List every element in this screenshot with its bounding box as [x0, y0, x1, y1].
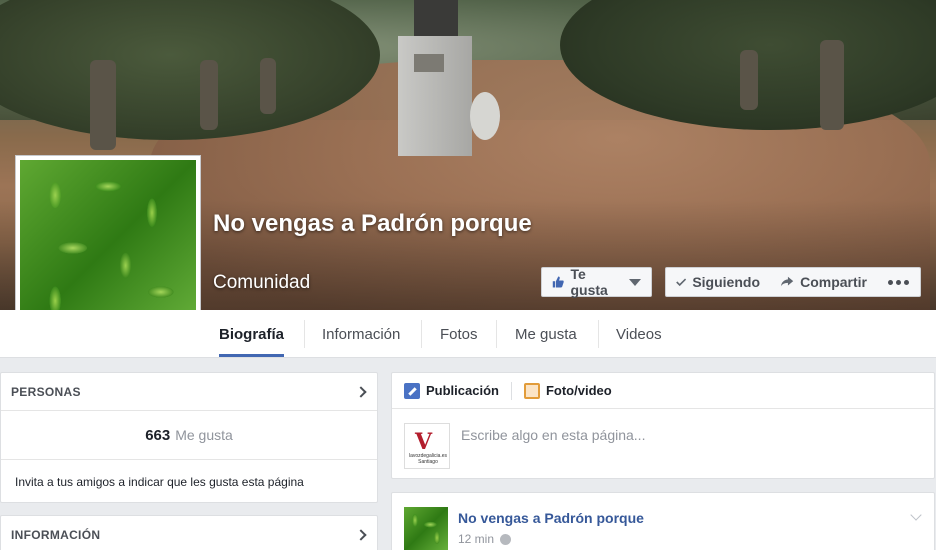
post-author-avatar[interactable]: [404, 507, 448, 550]
post-author-link[interactable]: No vengas a Padrón porque: [458, 510, 644, 526]
thumbs-up-icon: [552, 276, 564, 288]
info-card-title: INFORMACIÓN: [11, 528, 101, 542]
people-card: PERSONAS 663 Me gusta Invita a tus amigo…: [0, 372, 378, 503]
chevron-right-icon: [355, 529, 367, 541]
tab-divider: [598, 320, 599, 348]
share-arrow-icon: [780, 276, 794, 287]
more-options-button[interactable]: [877, 267, 921, 297]
tree-trunk: [200, 60, 218, 130]
tab-fotos[interactable]: Fotos: [440, 310, 478, 358]
following-button[interactable]: Siguiendo: [665, 267, 771, 297]
check-icon: [676, 278, 687, 287]
composer-tab-post-label: Publicación: [426, 383, 499, 398]
post-time-label: 12 min: [458, 532, 495, 546]
composer-input[interactable]: Escribe algo en esta página...: [461, 427, 645, 443]
tab-biografia[interactable]: Biografía: [219, 310, 285, 358]
composer-tabs: Publicación Foto/video: [392, 373, 934, 409]
info-card-header[interactable]: INFORMACIÓN: [1, 516, 377, 550]
info-card: INFORMACIÓN: [0, 515, 378, 550]
tree-trunk: [740, 50, 758, 110]
likes-summary: 663 Me gusta: [1, 411, 377, 460]
composer-body: V lavozdegalicia.es Santiago Escribe alg…: [392, 409, 934, 483]
like-button-label: Te gusta: [570, 266, 608, 298]
likes-count: 663: [145, 426, 171, 444]
pencil-icon: [404, 382, 420, 399]
photo-icon: [523, 382, 540, 399]
page-title[interactable]: No vengas a Padrón porque: [213, 207, 533, 241]
page-tab-bar: Biografía Información Fotos Me gusta Vid…: [0, 310, 936, 358]
chevron-down-icon: [629, 278, 641, 286]
tab-divider: [496, 320, 497, 348]
stone-ball: [470, 92, 500, 140]
people-card-header[interactable]: PERSONAS: [1, 373, 377, 411]
tree-trunk: [260, 58, 276, 114]
logo-mark: V: [415, 429, 433, 455]
likes-label: Me gusta: [175, 427, 233, 443]
post-timestamp[interactable]: 12 min: [458, 532, 512, 546]
tab-me-gusta[interactable]: Me gusta: [515, 310, 577, 358]
chevron-right-icon: [355, 385, 367, 398]
statue: [414, 0, 458, 36]
statue-plaque: [414, 54, 444, 72]
tab-videos[interactable]: Videos: [616, 310, 662, 358]
tab-divider: [421, 320, 422, 348]
share-button[interactable]: Compartir: [770, 267, 878, 297]
globe-icon: [500, 533, 512, 545]
composer-tab-photo-label: Foto/video: [545, 383, 612, 398]
composer-tab-divider: [510, 381, 512, 400]
timeline-post: No vengas a Padrón porque 12 min: [391, 492, 935, 550]
share-button-label: Compartir: [800, 274, 867, 290]
composer-tab-photo[interactable]: Foto/video: [523, 382, 612, 399]
following-button-label: Siguiendo: [692, 274, 760, 290]
more-dots-icon: [888, 279, 909, 285]
tree-trunk: [820, 40, 844, 130]
page-category: Comunidad: [213, 272, 311, 293]
people-card-title: PERSONAS: [11, 384, 81, 399]
avatar-caption: lavozdegalicia.es Santiago: [408, 453, 448, 465]
avatar[interactable]: V lavozdegalicia.es Santiago: [404, 423, 450, 469]
composer-tab-post[interactable]: Publicación: [404, 382, 499, 399]
like-button[interactable]: Te gusta: [541, 266, 652, 298]
post-composer: Publicación Foto/video V lavozdegalicia.…: [391, 372, 935, 479]
invite-friends-link[interactable]: Invita a tus amigos a indicar que les gu…: [1, 460, 377, 504]
chevron-down-icon[interactable]: [910, 509, 922, 521]
tab-informacion[interactable]: Información: [322, 310, 400, 358]
tab-divider: [304, 320, 305, 348]
tree-trunk: [90, 60, 116, 150]
